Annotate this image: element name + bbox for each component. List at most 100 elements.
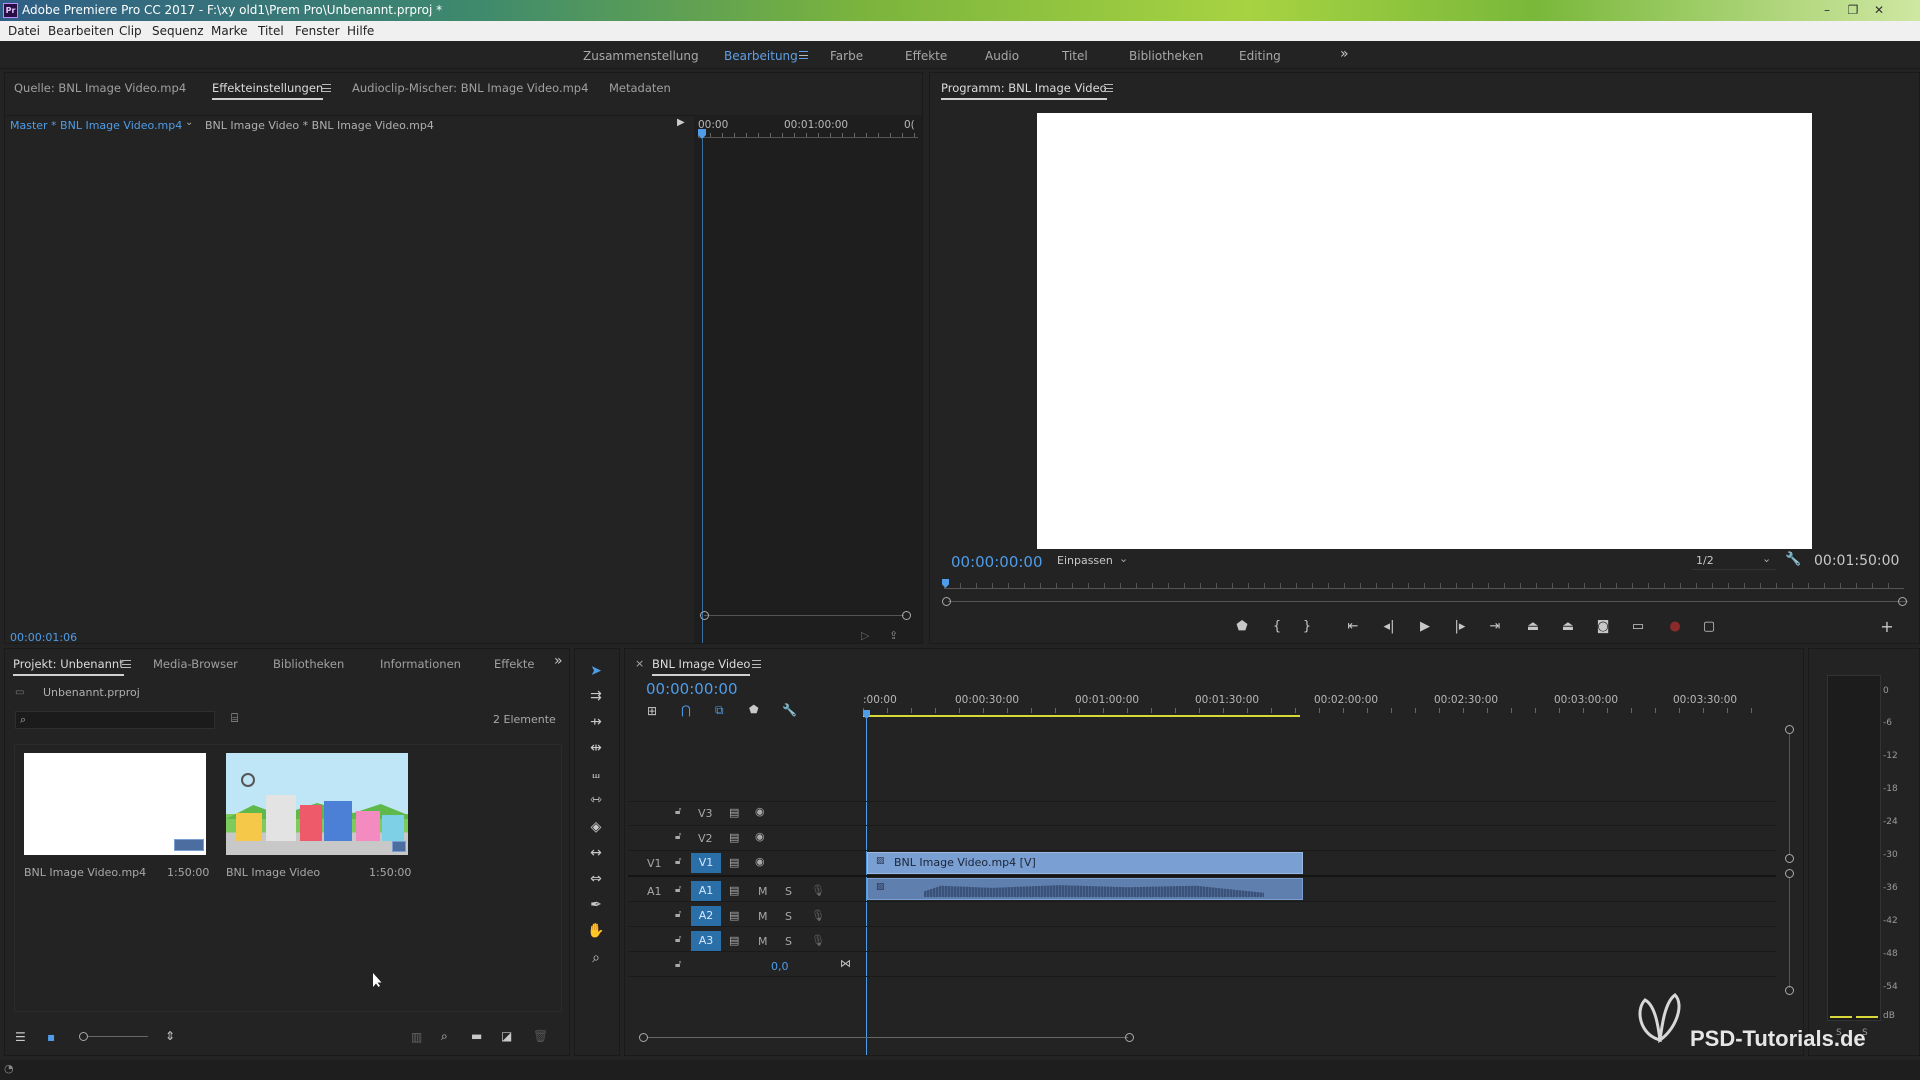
track-v3-label[interactable]: V3 [698, 807, 713, 820]
lock-icon[interactable]: 🔓︎ [675, 884, 681, 895]
workspace-titel[interactable]: Titel [1062, 49, 1088, 63]
trash-icon[interactable]: 🗑 [533, 1029, 548, 1043]
close-window-button[interactable]: ✕ [1868, 2, 1890, 18]
tab-source[interactable]: Quelle: BNL Image Video.mp4 [14, 81, 186, 95]
hand-tool-icon[interactable]: ✋ [586, 921, 606, 941]
extract-icon[interactable]: ⏏ [1559, 618, 1577, 636]
panel-overflow-icon[interactable]: » [554, 653, 563, 669]
master-clip-label[interactable]: Master * BNL Image Video.mp4 [10, 119, 182, 132]
timeline-playhead[interactable] [863, 710, 870, 719]
zoom-tool-icon[interactable]: ⌕ [586, 948, 606, 968]
compare-icon[interactable]: ▭ [1629, 618, 1647, 636]
timeline-timecode[interactable]: 00:00:00:00 [646, 680, 738, 698]
tab-libraries[interactable]: Bibliotheken [273, 657, 344, 671]
lock-icon[interactable]: 🔓︎ [675, 806, 681, 817]
track-select-tool-icon[interactable]: ⇉ [586, 686, 606, 706]
program-ruler[interactable] [944, 583, 1904, 589]
rolling-tool-icon[interactable]: ⇿ [586, 790, 606, 810]
new-bin-icon[interactable]: ▬ [471, 1029, 482, 1043]
camera-icon[interactable]: ◙ [1594, 618, 1612, 636]
sort-icon[interactable]: ⇕ [165, 1029, 175, 1043]
sync-lock-icon[interactable]: ▤ [729, 806, 739, 819]
wrench-icon[interactable]: 🔧 [1785, 552, 1801, 567]
selection-tool-icon[interactable]: ➤ [586, 661, 606, 681]
menu-fenster[interactable]: Fenster [295, 24, 340, 38]
pen-tool-icon[interactable]: ✒ [586, 895, 606, 915]
workspace-overflow-icon[interactable]: » [1340, 46, 1349, 62]
resolution-dropdown[interactable]: 1/2 ⌄ [1692, 552, 1776, 570]
timeline-zoom-handle-left[interactable] [639, 1033, 648, 1042]
sync-lock-icon[interactable]: ▤ [729, 909, 739, 922]
mute-button[interactable]: M [758, 935, 768, 948]
workspace-menu-icon[interactable] [799, 51, 808, 59]
sync-lock-icon[interactable]: ▤ [729, 856, 739, 869]
sync-lock-icon[interactable]: ▤ [729, 934, 739, 947]
tab-media-browser[interactable]: Media-Browser [153, 657, 238, 671]
workspace-effekte[interactable]: Effekte [905, 49, 947, 63]
play-triangle-icon[interactable]: ▶ [677, 117, 685, 128]
track-a1-target[interactable]: A1 [691, 881, 721, 901]
menu-marke[interactable]: Marke [211, 24, 248, 38]
video-track-scrollbar[interactable] [1789, 734, 1790, 854]
zoom-slider-handle[interactable] [79, 1032, 88, 1041]
program-video-frame[interactable] [1037, 113, 1812, 549]
track-v1-target[interactable]: V1 [691, 853, 721, 873]
linked-selection-icon[interactable]: ⧉ [715, 703, 724, 718]
menu-titel[interactable]: Titel [258, 24, 284, 38]
program-zoom-handle-left[interactable] [942, 597, 951, 606]
workspace-bibliotheken[interactable]: Bibliotheken [1129, 49, 1203, 63]
rolling-edit-tool-icon[interactable]: ⇹ [586, 738, 606, 758]
track-v2-label[interactable]: V2 [698, 832, 713, 845]
add-button[interactable]: + [1878, 618, 1896, 636]
effect-timecode[interactable]: 00:00:01:06 [10, 631, 77, 643]
microphone-icon[interactable]: 🎙︎ [811, 909, 825, 922]
track-scroll-handle-bottom[interactable] [1785, 986, 1794, 995]
go-to-out-icon[interactable]: ⇥ [1486, 618, 1504, 636]
tab-effect-controls[interactable]: Effekteinstellungen [212, 81, 324, 100]
workspace-audio[interactable]: Audio [985, 49, 1019, 63]
sync-lock-icon[interactable]: ▤ [729, 831, 739, 844]
list-view-icon[interactable]: ☰ [15, 1030, 26, 1044]
timeline-settings-icon[interactable]: 🔧 [782, 703, 797, 717]
tab-effects[interactable]: Effekte [494, 657, 535, 671]
play-icon[interactable]: ▶ [1416, 618, 1434, 636]
new-item-icon[interactable]: ◪ [501, 1029, 512, 1043]
program-zoom-handle-right[interactable] [1898, 597, 1907, 606]
program-monitor-title[interactable]: Programm: BNL Image Video [941, 81, 1107, 100]
project-search-input[interactable] [36, 713, 206, 727]
step-forward-icon[interactable]: |▸ [1451, 618, 1469, 636]
zoom-slider[interactable] [88, 1036, 148, 1037]
maximize-button[interactable]: ❐ [1842, 2, 1864, 18]
rate-stretch-tool-icon[interactable]: ⧢ [586, 764, 606, 784]
chevron-down-icon[interactable]: ⌄ [185, 117, 193, 128]
solo-button[interactable]: S [785, 935, 792, 948]
menu-datei[interactable]: Datei [8, 24, 40, 38]
workspace-bearbeitung[interactable]: Bearbeitung [724, 49, 798, 63]
project-item[interactable]: BNL Image Video.mp4 1:50:00 [24, 753, 209, 879]
tab-metadata[interactable]: Metadaten [609, 81, 671, 95]
project-item[interactable]: BNL Image Video 1:50:00 [226, 753, 411, 879]
track-a2-target[interactable]: A2 [691, 906, 721, 926]
eye-icon[interactable]: ◉ [755, 855, 765, 868]
step-back-icon[interactable]: ◂| [1380, 618, 1398, 636]
sync-lock-icon[interactable]: ▤ [729, 884, 739, 897]
zoom-handle-right[interactable] [902, 611, 911, 620]
add-marker-icon[interactable]: ⬟ [1233, 618, 1251, 636]
project-menu-icon[interactable] [122, 660, 131, 668]
track-scroll-handle-mid[interactable] [1785, 854, 1794, 863]
audio-clip[interactable]: ▨ [867, 878, 1303, 900]
zoom-scrollbar[interactable] [704, 615, 904, 616]
menu-clip[interactable]: Clip [119, 24, 142, 38]
source-a1-label[interactable]: A1 [647, 885, 662, 898]
record-icon[interactable]: ● [1666, 618, 1684, 636]
video-clip[interactable]: ▨ BNL Image Video.mp4 [V] [867, 852, 1303, 874]
snap-icon[interactable]: ⋂ [681, 703, 691, 717]
zoom-handle-left[interactable] [700, 611, 709, 620]
master-volume-value[interactable]: 0,0 [771, 960, 789, 973]
tab-audio-clip-mixer[interactable]: Audioclip-Mischer: BNL Image Video.mp4 [352, 81, 588, 95]
lock-icon[interactable]: 🔓︎ [675, 959, 681, 970]
slide-tool-icon[interactable]: ⇔ [586, 869, 606, 889]
solo-button[interactable]: S [785, 885, 792, 898]
go-to-in-icon[interactable]: ⇤ [1344, 618, 1362, 636]
work-area-bar[interactable] [863, 715, 1300, 717]
